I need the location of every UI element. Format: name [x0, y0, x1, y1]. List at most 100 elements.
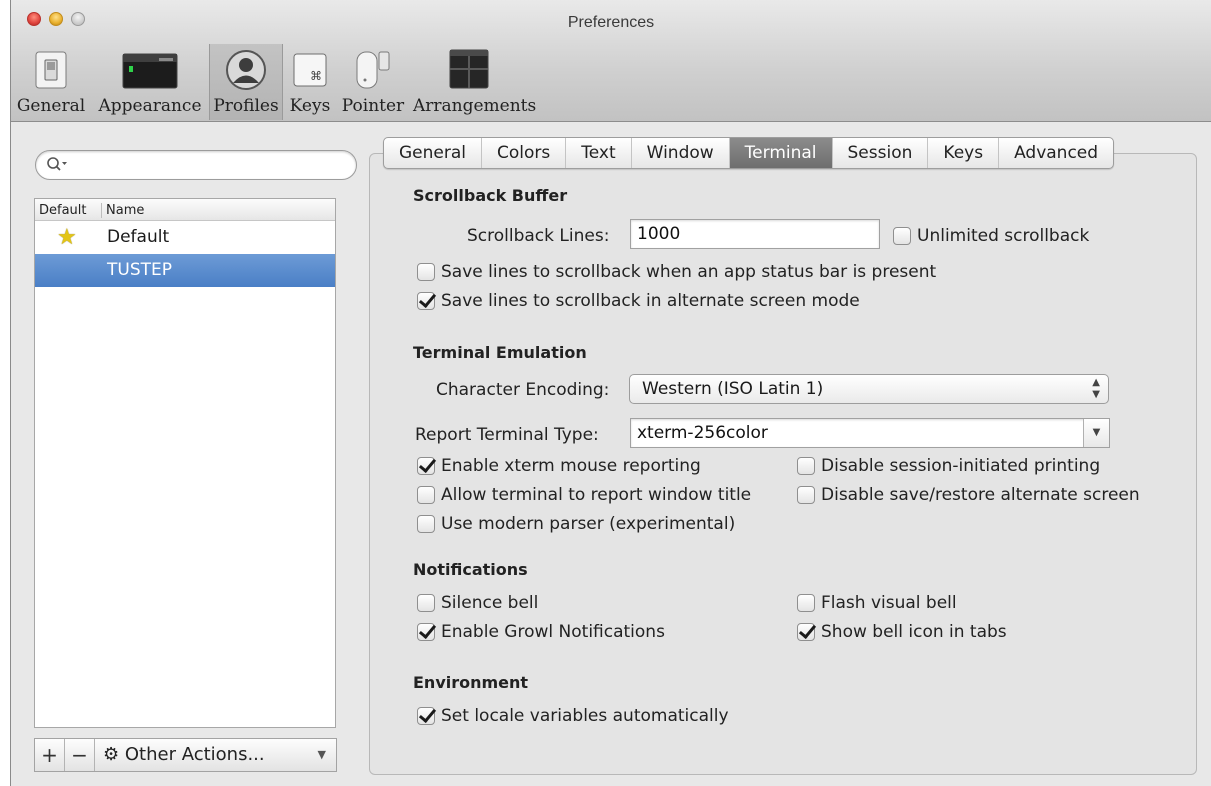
chevron-down-icon[interactable]: ▼	[1083, 419, 1109, 447]
checkbox-box	[417, 292, 435, 310]
tab-text[interactable]: Text	[566, 138, 632, 168]
bell-icon-in-tabs-label: Show bell icon in tabs	[821, 622, 1007, 642]
notifications-section-title: Notifications	[413, 560, 528, 579]
profile-row-tustep[interactable]: TUSTEP	[35, 254, 335, 287]
growl-notifications-label: Enable Growl Notifications	[441, 622, 665, 642]
column-header-name[interactable]: Name	[101, 203, 144, 218]
scrollback-lines-label: Scrollback Lines:	[467, 226, 610, 246]
checkbox-box	[417, 263, 435, 281]
svg-text:⌘: ⌘	[310, 69, 322, 83]
arrangements-windows-icon	[446, 48, 492, 96]
checkbox-box	[797, 486, 815, 504]
unlimited-scrollback-checkbox[interactable]: Unlimited scrollback	[893, 226, 1089, 246]
tab-window[interactable]: Window	[632, 138, 730, 168]
tab-session[interactable]: Session	[833, 138, 929, 168]
general-switch-icon	[30, 48, 72, 96]
save-alternate-screen-checkbox[interactable]: Save lines to scrollback in alternate sc…	[417, 291, 860, 311]
profile-name: TUSTEP	[107, 260, 172, 280]
toolbar-profiles[interactable]: Profiles	[209, 44, 283, 120]
add-profile-button[interactable]: +	[35, 739, 65, 771]
xterm-mouse-reporting-label: Enable xterm mouse reporting	[441, 456, 701, 476]
flash-visual-bell-label: Flash visual bell	[821, 593, 957, 613]
report-terminal-type-label: Report Terminal Type:	[415, 425, 599, 445]
checkbox-box	[417, 457, 435, 475]
scrollback-section-title: Scrollback Buffer	[413, 186, 568, 205]
disable-printing-checkbox[interactable]: Disable session-initiated printing	[797, 456, 1100, 476]
character-encoding-popup[interactable]: Western (ISO Latin 1) ▲ ▼	[629, 374, 1109, 404]
toolbar-profiles-label: Profiles	[213, 96, 279, 116]
profiles-table: Default Name ★ Default TUSTEP	[34, 198, 336, 728]
report-terminal-type-combo[interactable]: xterm-256color ▼	[630, 418, 1110, 448]
checkbox-box	[417, 707, 435, 725]
silence-bell-label: Silence bell	[441, 593, 539, 613]
gear-icon: ⚙	[103, 744, 120, 765]
checkbox-box	[797, 594, 815, 612]
other-actions-label: Other Actions...	[124, 744, 265, 765]
modern-parser-checkbox[interactable]: Use modern parser (experimental)	[417, 514, 735, 534]
save-alternate-screen-label: Save lines to scrollback in alternate sc…	[441, 291, 860, 311]
checkbox-box	[417, 594, 435, 612]
toolbar-keys[interactable]: ⌘ Keys	[287, 44, 333, 120]
tab-terminal[interactable]: Terminal	[729, 138, 833, 168]
other-actions-menu[interactable]: ⚙ Other Actions... ▼	[95, 739, 336, 771]
save-status-bar-checkbox[interactable]: Save lines to scrollback when an app sta…	[417, 262, 936, 282]
locale-variables-label: Set locale variables automatically	[441, 706, 729, 726]
profile-row-default[interactable]: ★ Default	[35, 221, 335, 254]
checkbox-box	[893, 227, 911, 245]
toolbar-appearance[interactable]: Appearance	[95, 44, 205, 120]
locale-variables-checkbox[interactable]: Set locale variables automatically	[417, 706, 729, 726]
save-status-bar-label: Save lines to scrollback when an app sta…	[441, 262, 937, 282]
toolbar-pointer[interactable]: Pointer	[341, 44, 405, 120]
emulation-section-title: Terminal Emulation	[413, 343, 587, 362]
profile-tabs: General Colors Text Window Terminal Sess…	[383, 137, 1115, 169]
toolbar-keys-label: Keys	[289, 96, 331, 116]
search-icon	[46, 156, 68, 178]
pointer-mouse-icon	[353, 48, 393, 96]
report-window-title-checkbox[interactable]: Allow terminal to report window title	[417, 485, 751, 505]
appearance-monitor-icon	[119, 48, 181, 96]
disable-alternate-screen-checkbox[interactable]: Disable save/restore alternate screen	[797, 485, 1140, 505]
character-encoding-label: Character Encoding:	[436, 380, 610, 400]
disable-alternate-screen-label: Disable save/restore alternate screen	[821, 485, 1140, 505]
default-star-icon: ★	[57, 225, 77, 250]
toolbar-general-label: General	[16, 96, 86, 116]
tab-colors[interactable]: Colors	[482, 138, 567, 168]
toolbar-arrangements-label: Arrangements	[413, 96, 537, 116]
tab-keys[interactable]: Keys	[928, 138, 1000, 168]
up-down-arrows-icon: ▲ ▼	[1092, 377, 1100, 400]
unlimited-scrollback-label: Unlimited scrollback	[917, 226, 1090, 246]
remove-profile-button[interactable]: −	[65, 739, 95, 771]
toolbar-pointer-label: Pointer	[341, 96, 405, 116]
window-title: Preferences	[567, 14, 655, 31]
scrollback-lines-field[interactable]: 1000	[630, 219, 880, 249]
toolbar-arrangements[interactable]: Arrangements	[413, 44, 537, 120]
tab-general[interactable]: General	[384, 138, 482, 168]
toolbar-appearance-label: Appearance	[98, 96, 202, 116]
profile-name: Default	[107, 227, 170, 247]
checkbox-box	[417, 486, 435, 504]
chevron-down-icon: ▼	[317, 748, 326, 761]
checkbox-box	[797, 623, 815, 641]
profile-search-field[interactable]	[35, 150, 357, 180]
flash-visual-bell-checkbox[interactable]: Flash visual bell	[797, 593, 957, 613]
toolbar-general[interactable]: General	[11, 44, 91, 120]
checkbox-box	[417, 515, 435, 533]
keys-command-icon: ⌘	[290, 48, 330, 96]
checkbox-box	[797, 457, 815, 475]
profiles-action-bar: + − ⚙ Other Actions... ▼	[34, 738, 337, 772]
checkbox-box	[417, 623, 435, 641]
xterm-mouse-reporting-checkbox[interactable]: Enable xterm mouse reporting	[417, 456, 701, 476]
bell-icon-in-tabs-checkbox[interactable]: Show bell icon in tabs	[797, 622, 1007, 642]
disable-printing-label: Disable session-initiated printing	[821, 456, 1101, 476]
character-encoding-value: Western (ISO Latin 1)	[642, 379, 824, 399]
silence-bell-checkbox[interactable]: Silence bell	[417, 593, 538, 613]
growl-notifications-checkbox[interactable]: Enable Growl Notifications	[417, 622, 665, 642]
column-header-default[interactable]: Default	[39, 203, 87, 218]
preferences-window: Preferences General Appearance Profiles …	[10, 0, 1211, 786]
report-terminal-type-value: xterm-256color	[637, 423, 768, 443]
profiles-person-icon	[224, 48, 268, 96]
report-window-title-label: Allow terminal to report window title	[441, 485, 752, 505]
modern-parser-label: Use modern parser (experimental)	[441, 514, 736, 534]
tab-advanced[interactable]: Advanced	[999, 138, 1113, 168]
environment-section-title: Environment	[413, 673, 529, 692]
